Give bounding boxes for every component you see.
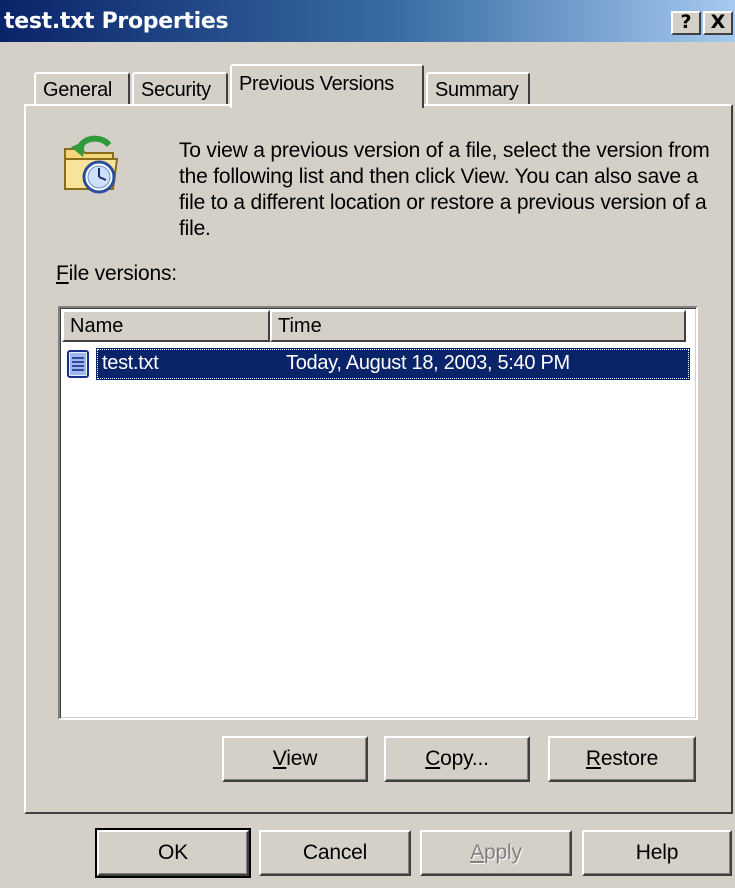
apply-hotkey: A: [470, 841, 485, 864]
table-row[interactable]: test.txt Today, August 18, 2003, 5:40 PM: [64, 348, 690, 380]
tab-summary[interactable]: Summary: [426, 72, 530, 106]
copy-button[interactable]: Copy...: [384, 736, 530, 782]
cancel-button[interactable]: Cancel: [259, 830, 411, 876]
row-name: test.txt: [102, 352, 159, 374]
tab-previous-versions[interactable]: Previous Versions: [230, 64, 424, 108]
description-text: To view a previous version of a file, se…: [179, 139, 710, 240]
restore-label: estore: [600, 747, 659, 770]
view-button[interactable]: View: [222, 736, 368, 782]
apply-button[interactable]: Apply: [420, 830, 572, 876]
apply-label: pply: [484, 841, 522, 864]
row-time: Today, August 18, 2003, 5:40 PM: [286, 352, 570, 374]
view-label: iew: [286, 747, 318, 770]
copy-hotkey: C: [425, 747, 441, 770]
text-file-icon: [67, 350, 89, 378]
copy-label: opy...: [440, 747, 489, 770]
help-dialog-button[interactable]: Help: [582, 830, 732, 876]
view-hotkey: V: [272, 747, 287, 770]
file-versions-hotkey: F: [56, 262, 69, 285]
file-versions-label: File versions:: [56, 262, 177, 286]
ok-button[interactable]: OK: [95, 828, 251, 878]
restore-hotkey: R: [585, 747, 601, 770]
tab-security[interactable]: Security: [132, 72, 228, 106]
title-bar[interactable]: test.txt Properties ? X: [0, 0, 735, 42]
previous-versions-icon: [64, 135, 119, 194]
list-header: Name Time: [62, 310, 686, 342]
file-versions-list[interactable]: Name Time test.txt Today, August 18, 200…: [58, 306, 698, 720]
file-versions-label-text: ile versions:: [68, 262, 177, 285]
tab-general[interactable]: General: [34, 72, 130, 106]
help-button[interactable]: ?: [671, 11, 701, 35]
close-button[interactable]: X: [703, 11, 733, 35]
window-title: test.txt Properties: [4, 9, 229, 34]
column-header-name[interactable]: Name: [62, 310, 270, 342]
column-header-time[interactable]: Time: [270, 310, 686, 342]
restore-button[interactable]: Restore: [548, 736, 696, 782]
